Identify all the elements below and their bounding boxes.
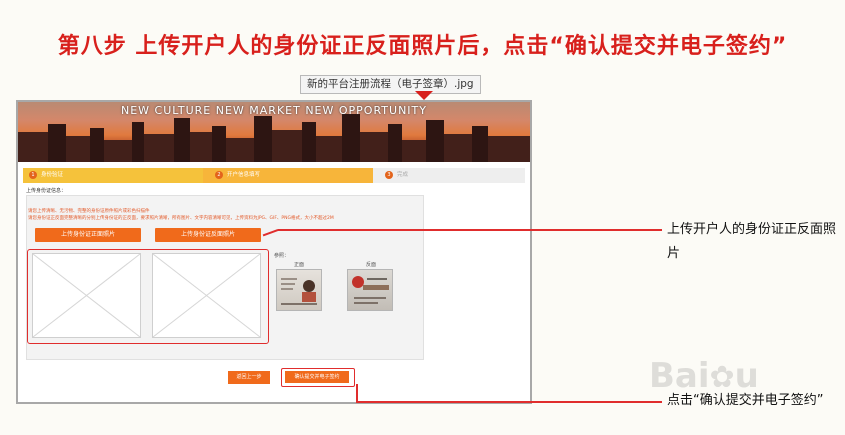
back-photo-placeholder[interactable]: [152, 253, 261, 338]
front-photo-placeholder[interactable]: [32, 253, 141, 338]
step-complete: 3 完成: [373, 168, 525, 183]
id-portrait-icon: [281, 278, 317, 305]
instruction-line: 请您上传清晰、无污物、完整的身份证原件照片或彩色扫描件: [28, 209, 150, 214]
section-title: 上传身份证信息：: [26, 188, 67, 194]
step-number: 3: [385, 171, 393, 179]
step-label: 开户信息填写: [227, 172, 261, 178]
banner-slogan: NEW CULTURE NEW MARKET NEW OPPORTUNITY: [120, 104, 427, 117]
confirm-submit-highlight: 确认提交并电子签约: [281, 368, 355, 387]
upload-front-button[interactable]: 上传身份证正面照片: [35, 228, 141, 242]
step-number: 1: [29, 171, 37, 179]
step-account-info: 2 开户信息填写: [203, 168, 381, 183]
confirm-leader-vertical: [356, 384, 358, 402]
step-number: 2: [215, 171, 223, 179]
step-label: 身份验证: [41, 172, 64, 178]
arrow-down-icon: [415, 91, 433, 100]
upload-callout: 上传开户人的身份证正反面照片: [667, 222, 837, 261]
front-caption: 正面: [294, 262, 305, 268]
upload-leader-line: [278, 229, 662, 231]
placeholder-cross-icon: [32, 253, 141, 338]
city-banner: NEW CULTURE NEW MARKET NEW OPPORTUNITY: [18, 102, 530, 162]
back-caption: 反面: [366, 262, 377, 268]
id-card-front-sample: [276, 269, 322, 311]
screenshot-frame: NEW CULTURE NEW MARKET NEW OPPORTUNITY 1…: [16, 100, 532, 404]
confirm-submit-button[interactable]: 确认提交并电子签约: [285, 371, 349, 383]
placeholder-cross-icon: [152, 253, 261, 338]
upload-back-button[interactable]: 上传身份证反面照片: [155, 228, 261, 242]
upload-preview-group: [27, 249, 269, 344]
step-label: 完成: [397, 172, 409, 178]
back-step-button[interactable]: 返回上一步: [228, 371, 270, 384]
id-emblem-icon: [352, 276, 389, 304]
example-label: 参照：: [274, 253, 290, 259]
page-heading: 第八步 上传开户人的身份证正反面照片后，点击“确认提交并电子签约”: [57, 34, 788, 59]
filename-tag: 新的平台注册流程（电子签章）.jpg: [300, 75, 481, 94]
instruction-line: 请您身份证正反面完整清晰的分别上传身份证的正反面，要求照片清晰，所有图片、文字内…: [28, 216, 334, 221]
id-card-back-sample: [347, 269, 393, 311]
watermark-logo-icon: Bai✿u: [649, 356, 759, 396]
step-identity: 1 身份验证: [23, 168, 211, 183]
progress-steps: 1 身份验证 2 开户信息填写 3 完成: [23, 168, 525, 183]
confirm-leader-line: [356, 401, 662, 403]
